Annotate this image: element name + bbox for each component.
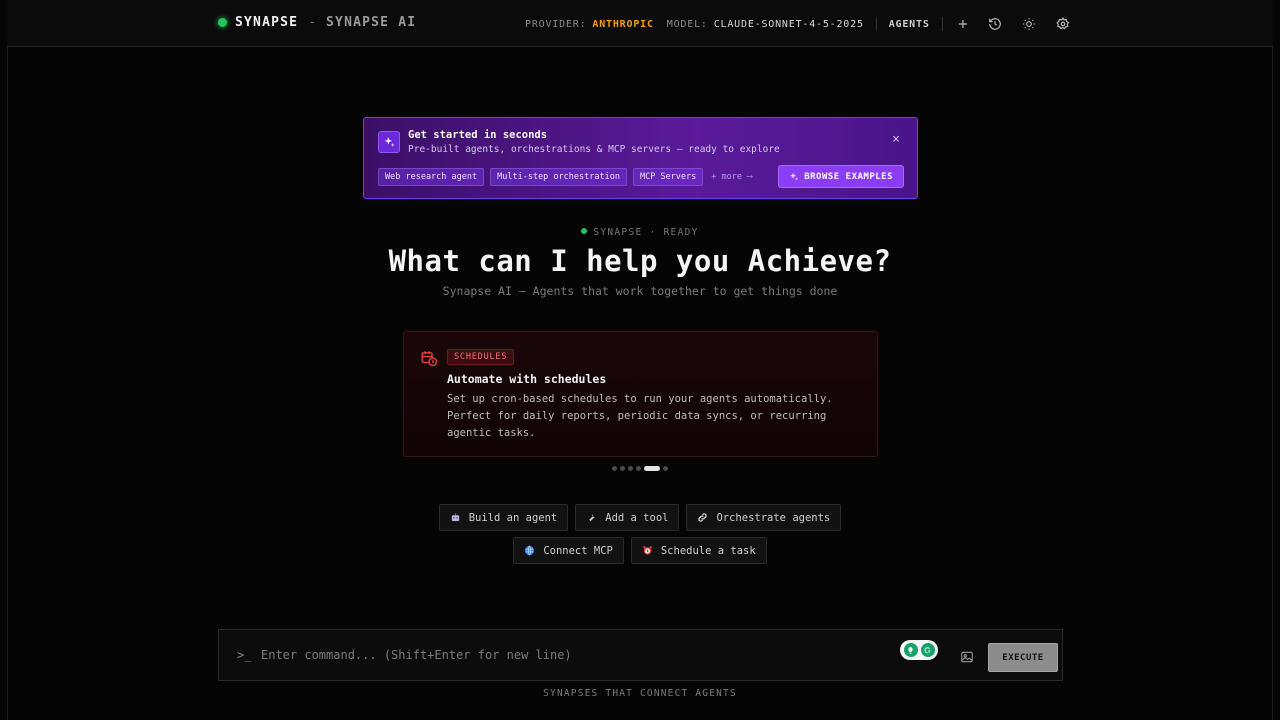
calendar-clock-icon [420,349,438,367]
banner-subtitle: Pre-built agents, orchestrations & MCP s… [408,144,780,155]
status-text: SYNAPSE · READY [593,227,699,238]
brand-subtitle: SYNAPSE AI [326,15,417,30]
carousel-dot[interactable] [636,466,641,471]
chip-multi-step-orchestration[interactable]: Multi-step orchestration [490,168,627,186]
header-controls: PROVIDER: ANTHROPIC MODEL: CLAUDE-SONNET… [525,16,1071,32]
divider [941,17,943,31]
model-label: MODEL: [666,18,708,30]
robot-icon [450,512,461,523]
sun-icon[interactable] [1021,16,1037,32]
page-subtitle: Synapse AI — Agents that work together t… [442,284,838,298]
more-link[interactable]: + more ⟶ [711,172,752,182]
sparkles-icon [790,172,799,180]
carousel-dot[interactable] [663,466,668,471]
top-bar: SYNAPSE - SYNAPSE AI PROVIDER: ANTHROPIC… [7,0,1273,47]
tip-card: SCHEDULES Automate with schedules Set up… [403,331,878,457]
carousel-dot[interactable] [620,466,625,471]
schedule-task-label: Schedule a task [660,544,756,557]
carousel-dot[interactable] [628,466,633,471]
get-started-banner: Get started in seconds Pre-built agents,… [363,117,918,199]
browse-examples-button[interactable]: BROWSE EXAMPLES [778,165,904,188]
chip-web-research-agent[interactable]: Web research agent [378,168,485,186]
lightbulb-icon [903,643,918,657]
extension-badge[interactable] [900,640,938,660]
execute-button[interactable]: EXECUTE [988,643,1058,672]
chip-mcp-servers[interactable]: MCP Servers [632,168,704,186]
grammar-icon [920,643,935,657]
tip-title: Automate with schedules [447,372,607,386]
plus-icon[interactable] [955,16,971,32]
tip-badge: SCHEDULES [447,349,515,365]
sparkles-icon [378,131,400,153]
command-bar: >_ EXECUTE [218,629,1063,681]
provider-label: PROVIDER: [525,18,587,30]
model-value[interactable]: CLAUDE-SONNET-4-5-2025… [714,19,864,30]
page-title: What can I help you Achieve? [388,244,892,278]
brand-name: SYNAPSE [235,15,299,30]
add-tool-label: Add a tool [605,511,669,524]
image-upload-icon[interactable] [960,649,974,663]
quick-actions-row: Connect MCP Schedule a task [0,537,1280,564]
schedule-task-button[interactable]: Schedule a task [630,537,767,564]
orchestrate-agents-button[interactable]: Orchestrate agents [686,504,842,531]
link-icon [697,512,708,523]
status-dot-icon [218,18,227,27]
example-chips: Web research agent Multi-step orchestrat… [378,168,752,186]
close-icon[interactable]: × [892,132,900,147]
globe-icon [524,545,535,556]
divider [875,17,877,31]
history-icon[interactable] [987,16,1003,32]
connect-mcp-button[interactable]: Connect MCP [513,537,624,564]
tip-body: Set up cron-based schedules to run your … [447,393,833,439]
browse-examples-label: BROWSE EXAMPLES [804,171,893,182]
carousel-dot-active[interactable] [644,466,660,471]
command-input[interactable] [261,644,881,666]
terminal-prompt-icon: >_ [237,648,252,662]
build-agent-button[interactable]: Build an agent [438,504,569,531]
banner-title: Get started in seconds [408,129,548,141]
status-indicator: SYNAPSE · READY [0,227,1280,238]
agents-link[interactable]: AGENTS [889,19,930,30]
add-tool-button[interactable]: Add a tool [575,504,680,531]
brand-separator: - [308,15,317,30]
wrench-icon [586,512,597,523]
connect-mcp-label: Connect MCP [543,544,613,557]
alarm-clock-icon [642,545,653,556]
provider-value[interactable]: ANTHROPIC [592,19,653,30]
gear-icon[interactable] [1055,16,1071,32]
carousel-dot[interactable] [612,466,617,471]
footer-tagline: SYNAPSES THAT CONNECT AGENTS [543,688,737,699]
orchestrate-agents-label: Orchestrate agents [716,511,831,524]
brand[interactable]: SYNAPSE - SYNAPSE AI [218,15,416,30]
status-dot-icon [581,228,588,234]
carousel-dots [0,466,1280,471]
build-agent-label: Build an agent [468,511,558,524]
quick-actions-row: Build an agent Add a tool Orchestrate ag… [0,504,1280,531]
